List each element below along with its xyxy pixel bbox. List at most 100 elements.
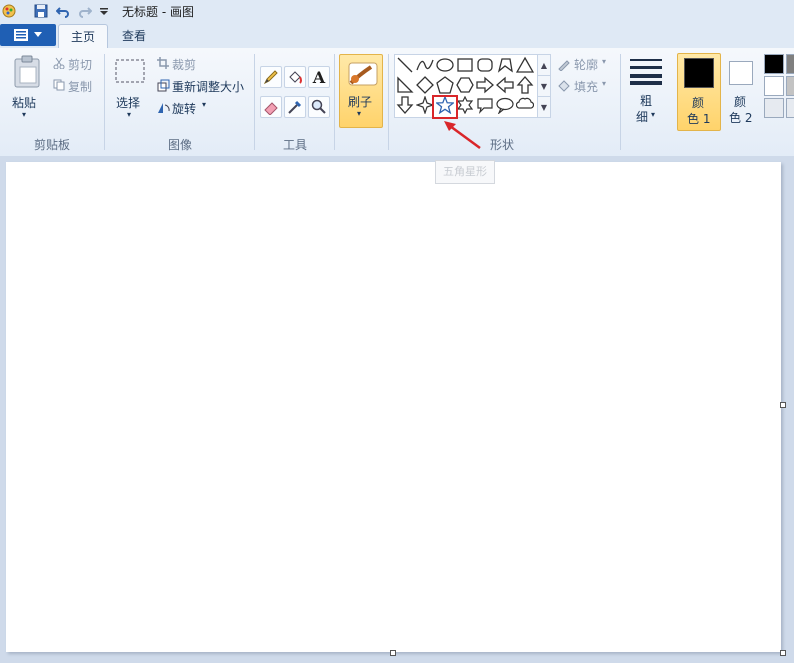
customize-toolbar-icon[interactable] [98,3,110,19]
palette-swatch-light-gray[interactable] [786,76,794,96]
shape-line[interactable] [395,55,415,75]
cut-icon [52,56,66,70]
palette-swatch-empty[interactable] [786,98,794,118]
shape-rectangle[interactable] [455,55,475,75]
paste-icon[interactable] [10,54,44,90]
color-picker-tool[interactable] [284,96,306,118]
palette-swatch-empty[interactable] [764,98,784,118]
copy-button[interactable]: 复制 [68,78,92,95]
select-button[interactable]: 选择 [116,94,140,111]
select-icon[interactable] [114,58,146,84]
crop-button[interactable]: 裁剪 [172,56,196,73]
brushes-button[interactable]: 刷子 ▾ [339,54,383,128]
resize-button[interactable]: 重新调整大小 [172,78,244,95]
fill-button[interactable]: 填充 [574,78,598,95]
eraser-icon [264,102,278,115]
paint-bucket-icon [289,71,302,84]
polygon-icon [497,58,513,73]
title-bar: 无标题 - 画图 [0,0,794,23]
pencil-tool[interactable] [260,66,282,88]
shape-up-arrow[interactable] [515,75,535,95]
palette-swatch-white[interactable] [764,76,784,96]
brush-icon [348,62,378,86]
crop-icon [156,56,170,70]
outline-button[interactable]: 轮廓 [574,56,598,73]
shape-right-arrow[interactable] [475,75,495,95]
cloud-callout-icon [516,97,534,109]
drawing-canvas[interactable] [6,162,781,652]
paste-button[interactable]: 粘贴 [12,94,36,111]
text-tool[interactable]: A [308,66,330,88]
magnifier-icon [311,99,326,114]
divider [104,54,105,150]
shape-diamond[interactable] [415,75,435,95]
shapes-gallery [394,54,538,118]
palette-swatch-gray[interactable] [786,54,794,74]
shape-six-point-star[interactable] [455,95,475,115]
size-label-bottom[interactable]: 细 [636,108,648,125]
size-label-top[interactable]: 粗 [640,92,652,109]
color-1-label-top: 颜 [692,96,705,110]
ribbon-tab-row: 主页 查看 [0,22,794,49]
rectangle-icon [457,58,473,72]
shape-left-arrow[interactable] [495,75,515,95]
fill-icon [556,78,572,94]
resize-handle-corner[interactable] [780,650,786,656]
outline-dropdown-icon[interactable]: ▾ [602,57,606,66]
shape-tooltip: 五角星形 [435,160,495,184]
diamond-icon [416,76,434,94]
shape-cloud-callout[interactable] [515,95,535,115]
save-icon[interactable] [32,3,50,19]
outline-icon [556,56,572,72]
rotate-button[interactable]: 旋转 [172,100,196,117]
fill-dropdown-icon[interactable]: ▾ [602,79,606,88]
rotate-dropdown-icon[interactable]: ▾ [202,100,206,109]
fill-tool[interactable] [284,66,306,88]
redo-icon[interactable] [76,3,94,19]
paste-dropdown-icon[interactable]: ▾ [22,110,26,119]
line-size-icon[interactable] [628,56,664,86]
select-dropdown-icon[interactable]: ▾ [127,110,131,119]
copy-icon [52,78,66,92]
shape-right-triangle[interactable] [395,75,415,95]
gallery-scroll-down[interactable]: ▼ [537,75,551,97]
shape-oval-callout[interactable] [495,95,515,115]
rotate-icon [156,100,170,114]
resize-handle-right[interactable] [780,402,786,408]
tab-home[interactable]: 主页 [58,24,109,49]
tab-view[interactable]: 查看 [110,24,158,48]
tools-group-label: 工具 [282,138,307,152]
shape-down-arrow[interactable] [395,95,415,115]
shape-rounded-rectangle[interactable] [475,55,495,75]
shape-polygon[interactable] [495,55,515,75]
shape-oval[interactable] [435,55,455,75]
undo-icon[interactable] [54,3,72,19]
gallery-expand[interactable]: ▼ [537,96,551,118]
six-point-star-icon [456,96,474,114]
right-arrow-icon [476,76,494,94]
line-icon [397,57,413,73]
color-2-label-top: 颜 [734,95,747,109]
paint-app-icon[interactable] [0,3,18,19]
shape-curve[interactable] [415,55,435,75]
color-2-button[interactable]: 颜 色 2 [723,53,759,129]
eraser-tool[interactable] [260,96,282,118]
rounded-rectangle-icon [477,58,493,72]
brushes-dropdown-icon: ▾ [357,109,362,118]
palette-swatch-black[interactable] [764,54,784,74]
resize-handle-bottom[interactable] [390,650,396,656]
text-a-icon: A [312,67,326,87]
magnifier-tool[interactable] [308,96,330,118]
shape-pentagon[interactable] [435,75,455,95]
cut-button[interactable]: 剪切 [68,56,92,73]
color-2-label-bottom: 色 2 [729,111,753,125]
shape-triangle[interactable] [515,55,535,75]
size-dropdown-icon[interactable]: ▾ [651,110,655,119]
gallery-scroll-up[interactable]: ▲ [537,54,551,76]
window-title: 无标题 - 画图 [122,5,194,19]
file-menu-button[interactable] [0,24,56,46]
shape-rounded-callout[interactable] [475,95,495,115]
shape-hexagon[interactable] [455,75,475,95]
color-1-button[interactable]: 颜 色 1 [677,53,721,131]
down-arrow-icon [396,96,414,114]
